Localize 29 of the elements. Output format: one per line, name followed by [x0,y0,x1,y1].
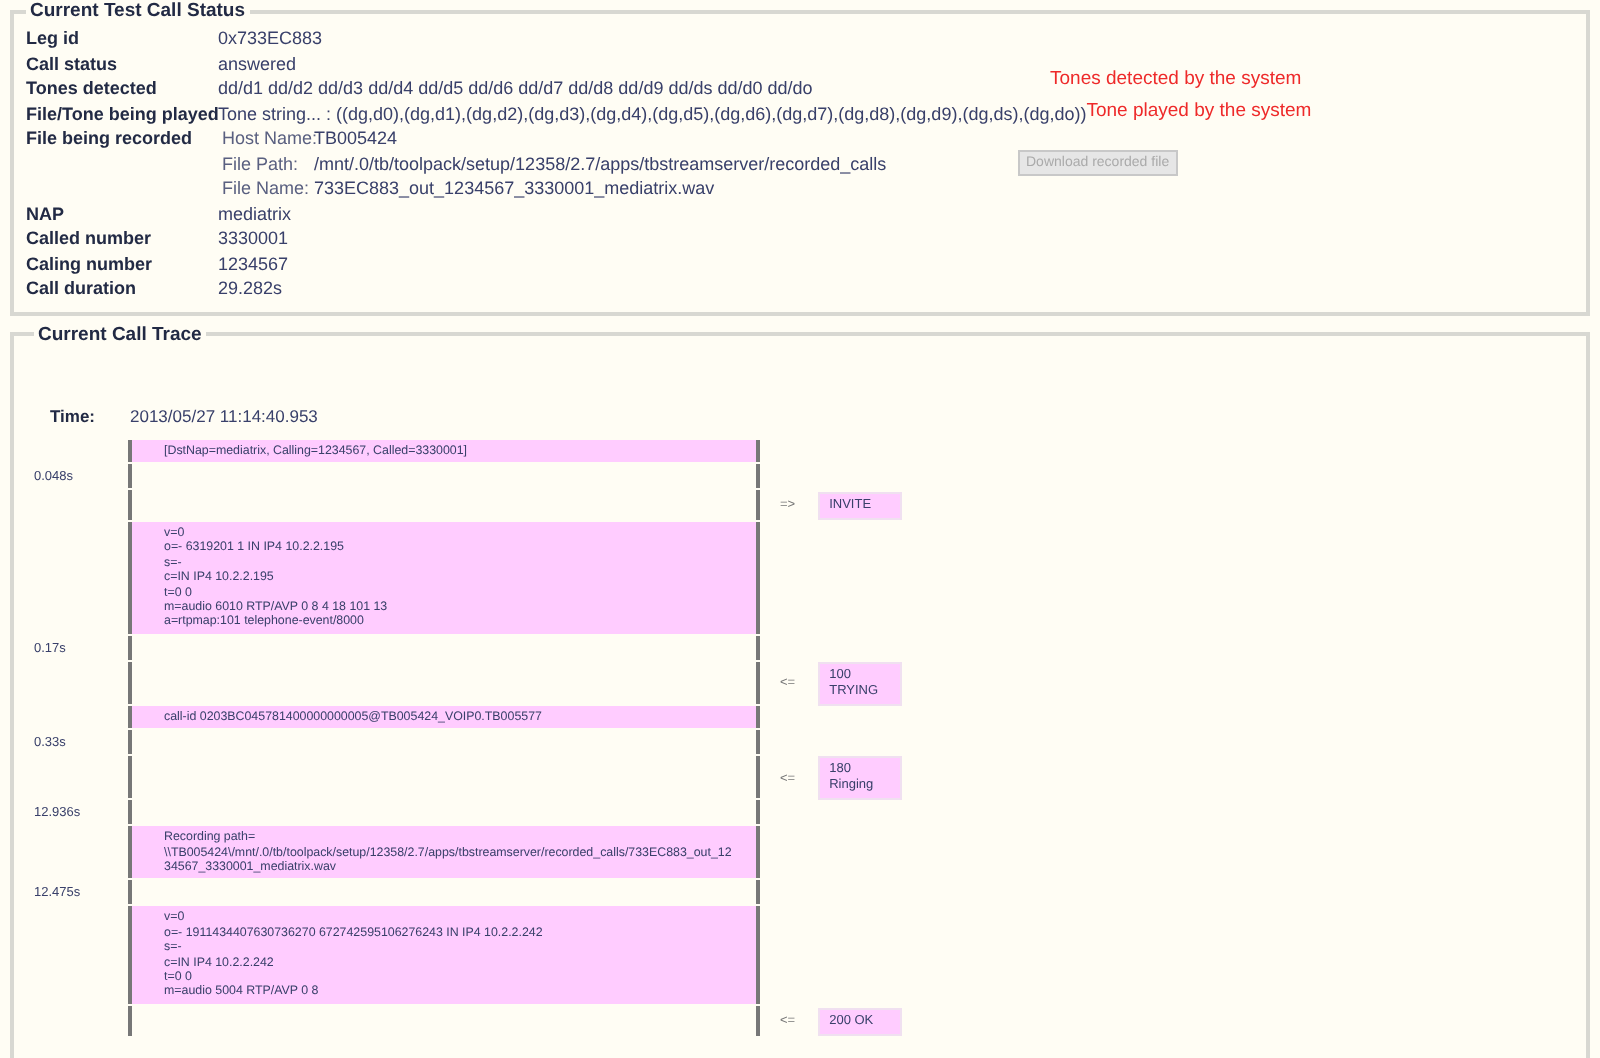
field-value: answered [218,51,297,76]
field-value: 733EC883_out_1234567_3330001_mediatrix.wav [314,176,715,201]
field-value: 3330001 [218,226,289,251]
annotation-text: Tone played by the system [1086,99,1312,124]
sub-label: File Path: [222,151,301,176]
field-label: Leg id [26,26,81,51]
field-value: 1234567 [218,251,289,276]
field-value: 0x733EC883 [218,26,323,51]
field-label: File/Tone being played [26,101,218,126]
field-value: dd/d1 dd/d2 dd/d3 dd/d4 dd/d5 dd/d6 dd/d7 dd/d8 dd/d9 dd/ds dd/d0 dd/do [218,76,815,101]
annotation-text: Tones detected by the system [1050,68,1302,93]
section-title: Current Test Call Status [28,0,248,22]
field-value: TB005424 [314,126,398,151]
field-label: Tones detected [26,76,159,101]
field-value: Tone string... : ((dg,d0),(dg,d1),(dg,d2),(dg,d3),(dg,d4),(dg,d5),(dg,d6),(dg,d7),(dg,d8),(dg,d9),(dg,ds),(dg,do)) [218,101,1087,126]
field-value: 29.282s [218,276,283,301]
field-value: mediatrix [218,201,292,226]
field-value: /mnt/.0/tb/toolpack/setup/12358/2.7/apps/tbstreamserver/recorded_calls [314,151,887,176]
field-label: NAP [26,201,67,226]
field-label: Called number [26,226,154,251]
field-label: Call duration [26,276,139,301]
section-title: Current Call Trace [36,323,204,345]
time-value: 2013/05/27 11:14:40.953 [130,405,318,425]
field-label: Call status [26,51,120,76]
field-label: File being recorded [26,126,195,151]
sub-label: Host Name: [222,126,314,151]
field-label: Caling number [26,251,155,276]
sub-label: File Name: [222,176,312,201]
time-label: Time: [48,405,98,425]
